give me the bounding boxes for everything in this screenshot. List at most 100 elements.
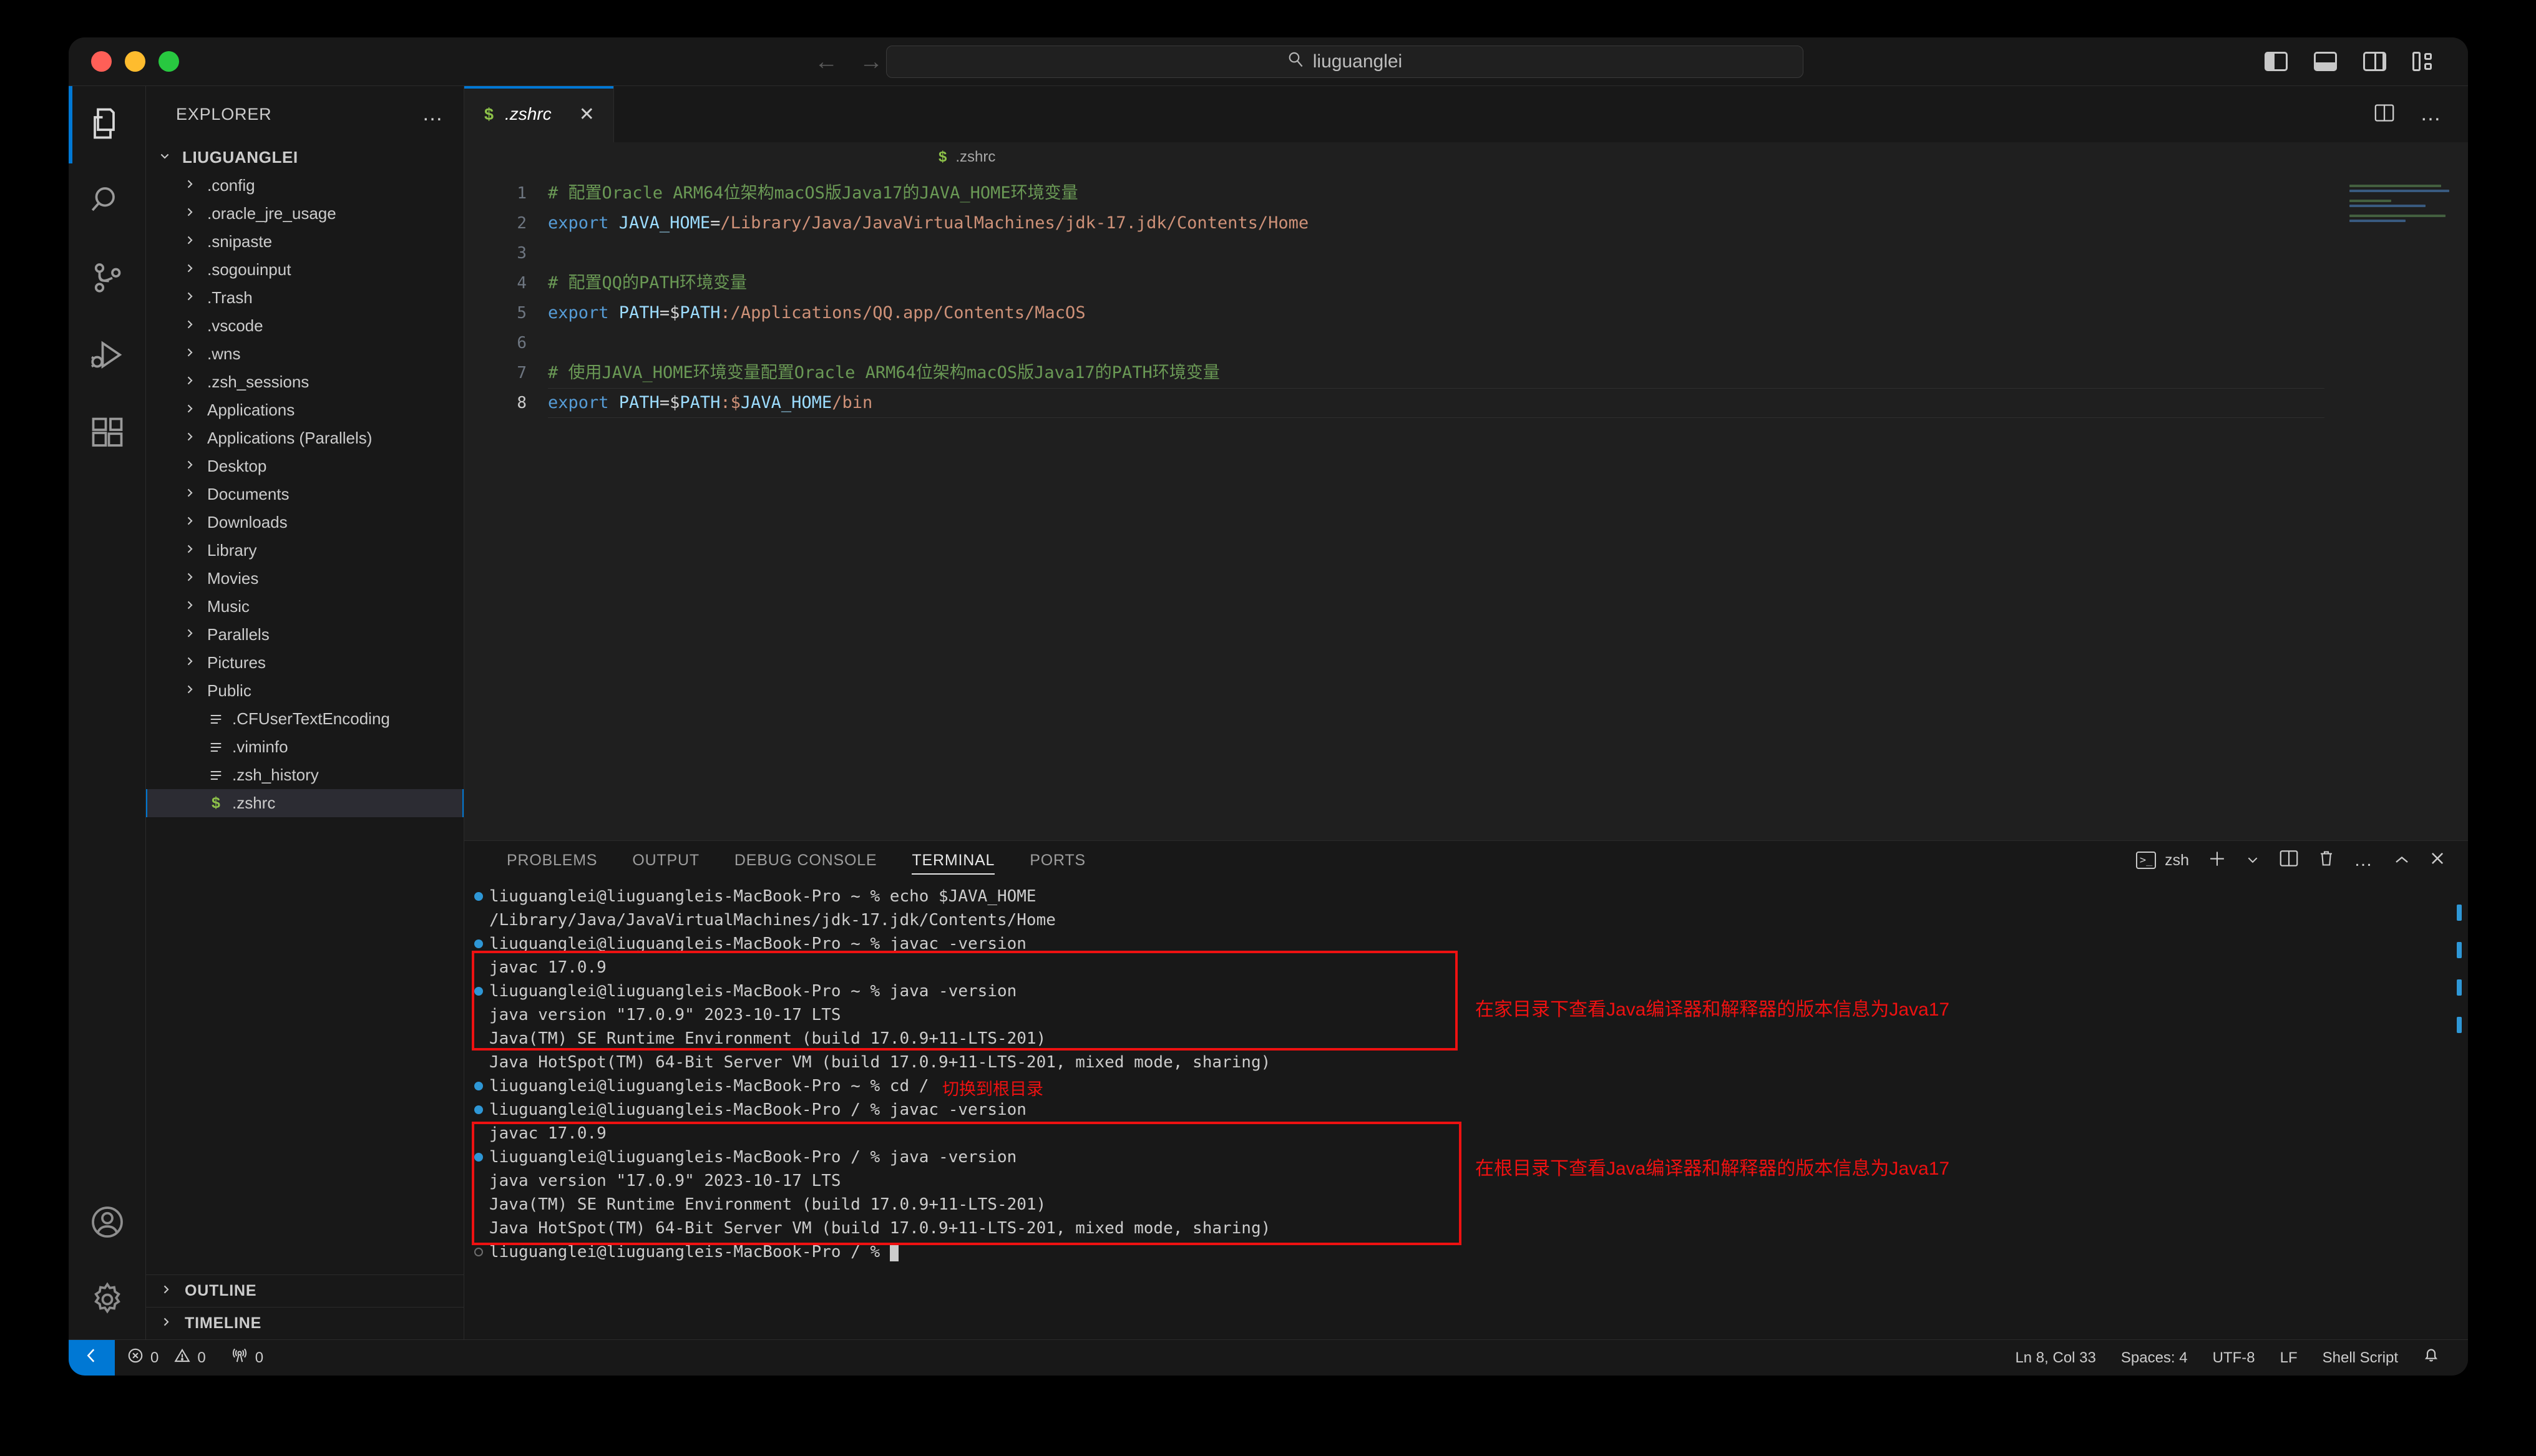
breadcrumb[interactable]: $ .zshrc [464, 142, 2468, 172]
panel-actions[interactable]: >_ zsh ＋ … [2136, 849, 2468, 871]
tree-item-zshrc[interactable]: $ .zshrc [146, 789, 464, 817]
tree-item-zsh-history[interactable]: .zsh_history [146, 761, 464, 789]
activity-bar[interactable] [69, 86, 146, 1339]
status-eol[interactable]: LF [2268, 1340, 2310, 1376]
tree-item-viminfo[interactable]: .viminfo [146, 733, 464, 761]
status-ports[interactable]: 0 [218, 1340, 276, 1376]
command-center-value: liuguanglei [1312, 51, 1403, 72]
tree-item-snipaste[interactable]: .snipaste [146, 228, 464, 256]
status-problems[interactable]: 0 0 [115, 1340, 218, 1376]
code-line-1[interactable]: 1 # 配置Oracle ARM64位架构macOS版Java17的JAVA_HO… [464, 178, 2468, 208]
maximize-panel-icon[interactable] [2393, 851, 2411, 870]
chevron-down-icon[interactable] [2245, 853, 2260, 867]
code-line-2[interactable]: 2 export JAVA_HOME=/Library/Java/JavaVirt… [464, 208, 2468, 238]
sidebar-section-outline[interactable]: OUTLINE [146, 1274, 464, 1307]
sidebar-section-timeline[interactable]: TIMELINE [146, 1307, 464, 1339]
status-bar-right: Ln 8, Col 33 Spaces: 4 UTF-8 LF Shell Sc… [2002, 1340, 2468, 1376]
chevron-right-icon [183, 178, 200, 194]
status-language-mode[interactable]: Shell Script [2310, 1340, 2411, 1376]
activity-source-control[interactable] [69, 241, 146, 318]
tree-item-zsh-sessions[interactable]: .zsh_sessions [146, 368, 464, 396]
status-indentation[interactable]: Spaces: 4 [2109, 1340, 2200, 1376]
tree-root-folder[interactable]: LIUGUANGLEI [146, 143, 464, 172]
tree-item-parallels[interactable]: Parallels [146, 621, 464, 649]
code-line-4[interactable]: 4 # 配置QQ的PATH环境变量 [464, 268, 2468, 298]
tree-item-sogouinput[interactable]: .sogouinput [146, 256, 464, 284]
code-token: /Library/Java/JavaVirtualMachines/jdk-17… [720, 213, 1309, 233]
tree-item-applications[interactable]: Applications [146, 396, 464, 424]
tree-item-vscode[interactable]: .vscode [146, 312, 464, 340]
panel-tabs[interactable]: PROBLEMS OUTPUT DEBUG CONSOLE TERMINAL PORTS [489, 841, 1103, 880]
new-terminal-icon[interactable]: ＋ [2208, 851, 2226, 870]
tree-item-pictures[interactable]: Pictures [146, 649, 464, 677]
status-encoding[interactable]: UTF-8 [2200, 1340, 2268, 1376]
code-lines[interactable]: 1 # 配置Oracle ARM64位架构macOS版Java17的JAVA_HO… [464, 178, 2468, 418]
split-terminal-icon[interactable] [2279, 850, 2299, 871]
tree-items-container: .config .oracle_jre_usage .snipaste .sogoui… [146, 172, 464, 817]
activity-search[interactable] [69, 163, 146, 241]
terminal-lines[interactable]: liuguanglei@liuguangleis-MacBook-Pro ~ %… [464, 885, 2468, 1264]
toggle-panel-icon[interactable] [2314, 52, 2337, 71]
panel-tab-debug-console[interactable]: DEBUG CONSOLE [717, 841, 895, 880]
tree-item-movies[interactable]: Movies [146, 565, 464, 593]
back-arrow-icon[interactable]: ← [814, 50, 838, 74]
panel-tab-ports[interactable]: PORTS [1012, 841, 1103, 880]
tree-item-music[interactable]: Music [146, 593, 464, 621]
panel-tab-terminal[interactable]: TERMINAL [894, 841, 1012, 880]
customize-layout-icon[interactable] [2412, 52, 2436, 71]
tab-zshrc[interactable]: $ .zshrc ✕ [464, 86, 614, 142]
tree-item-trash[interactable]: .Trash [146, 284, 464, 312]
code-line-3[interactable]: 3 [464, 238, 2468, 268]
activity-manage-settings[interactable] [69, 1262, 146, 1339]
tree-item-cfusertextencoding[interactable]: .CFUserTextEncoding [146, 705, 464, 733]
remote-window-button[interactable] [69, 1339, 115, 1376]
panel-more-actions-icon[interactable]: … [2354, 851, 2374, 870]
window-traffic-lights[interactable] [91, 51, 179, 72]
command-center-search[interactable]: liuguanglei [886, 45, 1803, 78]
tree-item-downloads[interactable]: Downloads [146, 508, 464, 536]
toggle-secondary-sidebar-icon[interactable] [2363, 52, 2386, 71]
layout-controls[interactable] [2265, 52, 2436, 71]
code-line-5[interactable]: 5 export PATH=$PATH:/Applications/QQ.app/… [464, 298, 2468, 328]
forward-arrow-icon[interactable]: → [859, 50, 883, 74]
terminal-output[interactable]: liuguanglei@liuguangleis-MacBook-Pro ~ %… [464, 880, 2468, 1339]
tree-item-label: Applications [207, 400, 295, 419]
activity-run-and-debug[interactable] [69, 318, 146, 396]
editor-actions[interactable]: … [2374, 86, 2468, 142]
status-cursor-position[interactable]: Ln 8, Col 33 [2002, 1340, 2108, 1376]
tree-item-public[interactable]: Public [146, 677, 464, 705]
close-tab-icon[interactable]: ✕ [579, 104, 595, 125]
split-editor-icon[interactable] [2374, 104, 2395, 125]
kill-terminal-icon[interactable] [2318, 849, 2335, 871]
activity-explorer[interactable] [69, 86, 146, 163]
close-window-button[interactable] [91, 51, 112, 72]
tree-item-desktop[interactable]: Desktop [146, 452, 464, 480]
tree-item-config[interactable]: .config [146, 172, 464, 200]
panel-tab-problems[interactable]: PROBLEMS [489, 841, 615, 880]
activity-accounts[interactable] [69, 1185, 146, 1262]
explorer-more-actions-icon[interactable]: … [422, 104, 445, 124]
tree-item-documents[interactable]: Documents [146, 480, 464, 508]
code-line-7[interactable]: 7 # 使用JAVA_HOME环境变量配置Oracle ARM64位架构macOS… [464, 358, 2468, 388]
terminal-command-decorations[interactable] [2457, 905, 2462, 1054]
editor-more-actions-icon[interactable]: … [2420, 104, 2443, 124]
editor-minimap[interactable] [2349, 185, 2449, 260]
tree-item-library[interactable]: Library [146, 536, 464, 565]
maximize-window-button[interactable] [158, 51, 179, 72]
code-editor[interactable]: 1 # 配置Oracle ARM64位架构macOS版Java17的JAVA_HO… [464, 172, 2468, 840]
tree-item-wns[interactable]: .wns [146, 340, 464, 368]
minimize-window-button[interactable] [125, 51, 145, 72]
tree-item-applications-parallels[interactable]: Applications (Parallels) [146, 424, 464, 452]
terminal-shell-selector[interactable]: >_ zsh [2136, 852, 2189, 870]
code-line-6[interactable]: 6 [464, 328, 2468, 358]
tree-item-oracle-jre-usage[interactable]: .oracle_jre_usage [146, 200, 464, 228]
toggle-primary-sidebar-icon[interactable] [2265, 52, 2288, 71]
file-tree[interactable]: LIUGUANGLEI .config .oracle_jre_usage .sni… [146, 142, 464, 1274]
panel-tab-output[interactable]: OUTPUT [615, 841, 717, 880]
terminal-line-text: javac 17.0.9 [489, 958, 607, 977]
status-notifications[interactable] [2411, 1340, 2452, 1376]
activity-extensions[interactable] [69, 396, 146, 473]
close-panel-icon[interactable] [2429, 850, 2446, 870]
code-token: PATH [680, 303, 721, 323]
navigation-arrows[interactable]: ← → [814, 50, 883, 74]
